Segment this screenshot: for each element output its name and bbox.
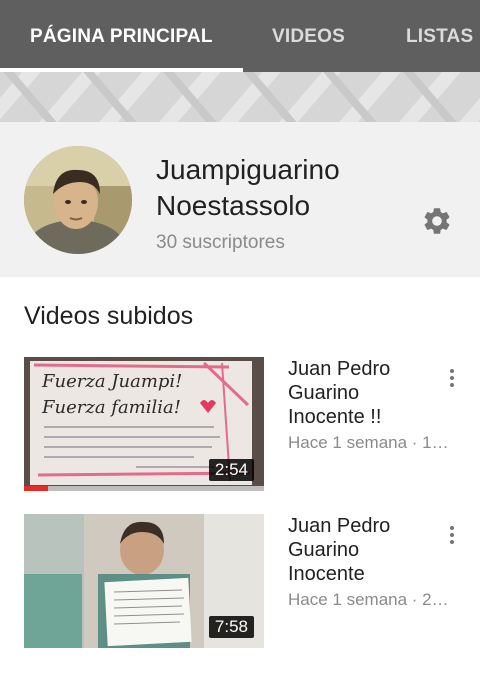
more-options-icon[interactable]: [440, 520, 464, 550]
tab-videos[interactable]: VIDEOS: [272, 0, 345, 72]
video-thumbnail[interactable]: Fuerza Juampi! Fuerza familia! 2:54: [24, 357, 264, 491]
video-title[interactable]: Juan Pedro Guarino Inocente !!: [288, 357, 428, 429]
video-item[interactable]: 7:58 Juan Pedro Guarino Inocente Hace 1 …: [0, 514, 480, 648]
channel-banner: [0, 72, 480, 122]
video-duration: 2:54: [208, 459, 254, 481]
video-title[interactable]: Juan Pedro Guarino Inocente: [288, 514, 428, 586]
watch-progress-bar: [24, 486, 264, 491]
gear-icon[interactable]: [418, 202, 456, 240]
video-duration: 7:58: [208, 616, 254, 638]
video-item[interactable]: Fuerza Juampi! Fuerza familia! 2:54 Juan…: [0, 357, 480, 491]
channel-avatar[interactable]: [24, 146, 132, 254]
subscriber-count: 30 suscriptores: [156, 232, 285, 253]
thumbnail-text-line2: Fuerza familia!: [41, 397, 181, 418]
section-title: Videos subidos: [24, 302, 194, 330]
more-options-icon[interactable]: [440, 363, 464, 393]
tab-bar: PÁGINA PRINCIPAL VIDEOS LISTAS: [0, 0, 480, 72]
channel-name: Juampiguarino Noestassolo: [156, 154, 340, 221]
thumbnail-text-line1: Fuerza Juampi!: [41, 371, 182, 392]
video-meta: Hace 1 semana · 1…: [288, 433, 449, 452]
video-thumbnail[interactable]: 7:58: [24, 514, 264, 648]
video-meta: Hace 1 semana · 2…: [288, 590, 449, 609]
channel-header: Juampiguarino Noestassolo 30 suscriptore…: [0, 122, 480, 277]
tab-playlists[interactable]: LISTAS: [406, 0, 473, 72]
watch-progress-fill: [24, 486, 48, 491]
tab-home[interactable]: PÁGINA PRINCIPAL: [30, 0, 213, 72]
